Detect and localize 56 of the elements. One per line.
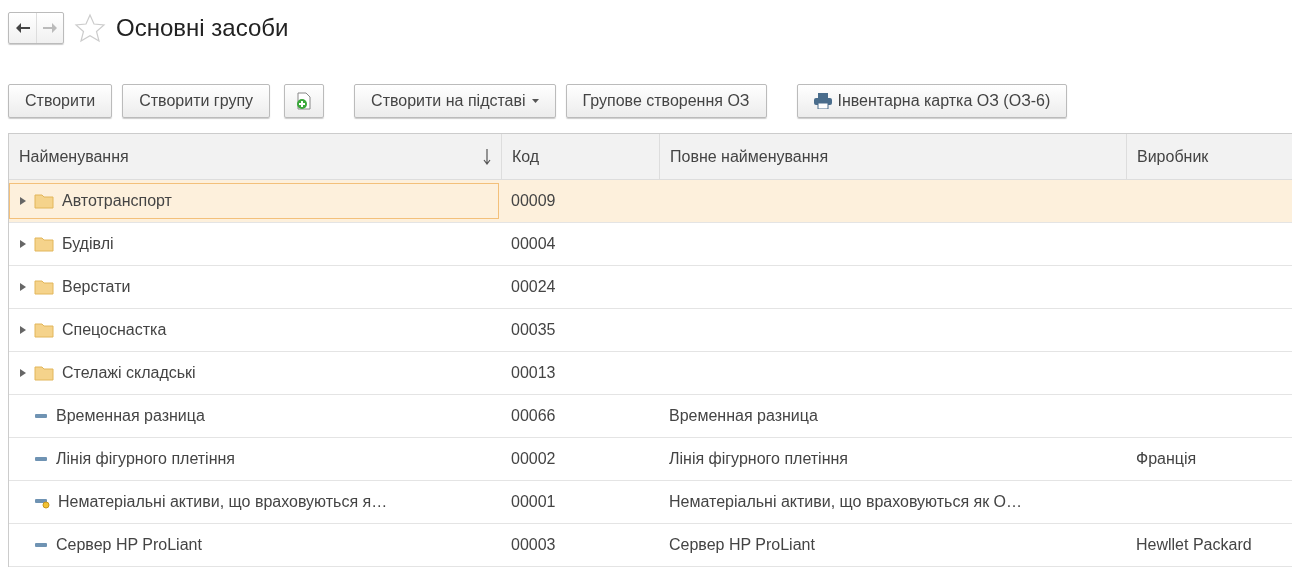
full-name-cell-text: Нематеріальні активи, що враховуються як О… [668, 492, 1024, 512]
sort-arrow-icon[interactable] [483, 148, 491, 165]
column-header[interactable]: Виробник [1126, 134, 1292, 179]
printer-icon [813, 93, 832, 109]
name-cell: Временная разница [9, 398, 499, 434]
toolbar-button[interactable]: Групове створення ОЗ [565, 84, 767, 118]
item-icon [34, 413, 48, 419]
name-cell: Будівлі [9, 226, 499, 262]
expand-icon[interactable] [20, 369, 26, 377]
code-cell-text: 00004 [510, 234, 557, 254]
name-cell: Стелажі складські [9, 355, 499, 391]
folder-icon [34, 322, 54, 338]
add-document-button[interactable] [284, 84, 325, 118]
code-cell-text: 00035 [510, 320, 557, 340]
column-header[interactable]: Код [501, 134, 659, 179]
full-name-cell-text: Сервер HP ProLiant [668, 535, 816, 555]
expand-icon[interactable] [20, 240, 26, 248]
code-cell-text: 00009 [510, 191, 557, 211]
item-icon [34, 456, 48, 462]
print-button[interactable]: Інвентарна картка ОЗ (ОЗ-6) [796, 84, 1068, 118]
expand-icon[interactable] [20, 197, 26, 205]
back-arrow-icon [15, 23, 30, 33]
toolbar-button[interactable]: Створити [8, 84, 113, 118]
folder-icon [34, 279, 54, 295]
expand-icon[interactable] [20, 326, 26, 334]
name-cell: Верстати [9, 269, 499, 305]
column-header[interactable]: Найменування [9, 134, 501, 179]
caret-icon [531, 99, 539, 103]
folder-icon [34, 365, 54, 381]
full-name-cell-text: Временная разница [668, 406, 819, 426]
name-cell: Нематеріальні активи, що враховуються я… [9, 484, 499, 520]
code-cell-text: 00002 [510, 449, 557, 469]
code-cell-text: 00013 [510, 363, 557, 383]
page-title: Основні засоби [116, 14, 289, 42]
folder-icon [34, 236, 54, 252]
star-icon[interactable] [74, 13, 106, 43]
expand-icon[interactable] [20, 283, 26, 291]
forward-arrow-icon [43, 23, 57, 33]
column-header[interactable]: Повне найменування [659, 134, 1126, 179]
table-row[interactable]: Автотранспорт 00009 [9, 180, 1292, 223]
code-cell-text: 00001 [510, 492, 557, 512]
full-name-cell-text: Лінія фігурного плетіння [668, 449, 849, 469]
code-cell-text: 00003 [510, 535, 557, 555]
name-cell: Лінія фігурного плетіння [9, 441, 499, 477]
maker-cell-text: Франція [1135, 449, 1198, 469]
add-document-icon [296, 92, 313, 110]
maker-cell-text: Hewllet Packard [1135, 535, 1253, 555]
folder-icon [34, 193, 54, 209]
code-cell-text: 00024 [510, 277, 557, 297]
create-based-on-button[interactable]: Створити на підставі [354, 84, 556, 118]
toolbar-button[interactable]: Створити групу [122, 84, 271, 118]
name-cell: Автотранспорт [9, 183, 499, 219]
code-cell-text: 00066 [510, 406, 557, 426]
name-cell: Спецоснастка [9, 312, 499, 348]
name-cell: Сервер HP ProLiant [9, 527, 499, 563]
item-icon [34, 542, 48, 548]
